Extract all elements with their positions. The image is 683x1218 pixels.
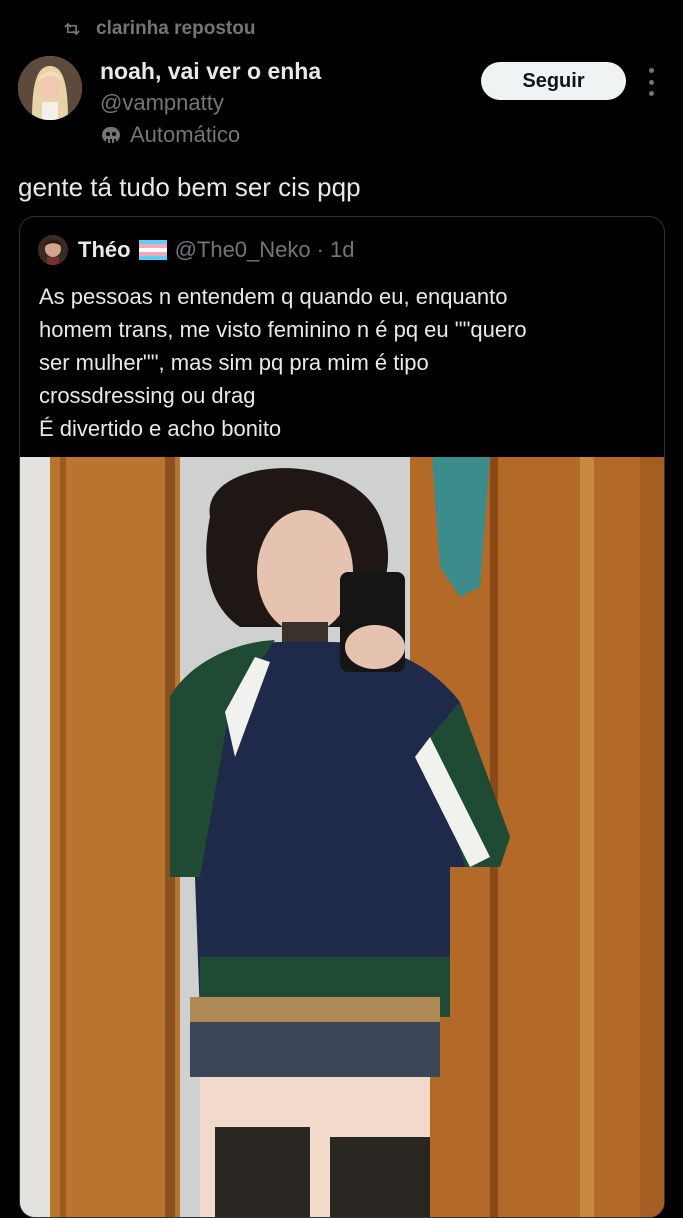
quoted-author-handle: @The0_Neko [174, 237, 311, 262]
author-display-name[interactable]: noah, vai ver o enha [100, 58, 321, 85]
separator-dot: · [316, 237, 324, 262]
follow-button[interactable]: Seguir [481, 62, 626, 100]
quoted-tweet-card[interactable]: Théo @The0_Neko · 1d As pessoas n entend… [19, 216, 665, 1218]
quoted-text-line: É divertido e acho bonito [39, 416, 282, 441]
quoted-timestamp: 1d [329, 237, 355, 262]
repost-indicator[interactable]: clarinha repostou [62, 18, 255, 40]
author-avatar[interactable] [18, 56, 82, 120]
trans-flag-icon [138, 240, 167, 260]
more-icon[interactable] [644, 68, 658, 96]
quoted-text-line: homem trans, me visto feminino n é pq eu… [39, 317, 527, 342]
repost-icon [64, 23, 80, 35]
quoted-tweet-header: Théo @The0_Neko · 1d [38, 235, 354, 265]
bot-icon [102, 127, 120, 143]
repost-label: clarinha repostou [96, 18, 256, 39]
tweet-text: gente tá tudo bem ser cis pqp [18, 172, 361, 202]
quoted-tweet-text: As pessoas n entendem q quando eu, enqua… [39, 280, 639, 445]
quoted-text-line: As pessoas n entendem q quando eu, enqua… [39, 284, 508, 309]
quoted-media-photo[interactable] [20, 457, 664, 1217]
automated-text: Automático [130, 122, 241, 147]
quoted-author-avatar [38, 235, 68, 265]
automated-label: Automático [100, 122, 240, 148]
quoted-text-line: crossdressing ou drag [39, 383, 256, 408]
author-handle[interactable]: @vampnatty [100, 90, 224, 116]
quoted-author-name: Théo [78, 237, 131, 262]
quoted-text-line: ser mulher"", mas sim pq pra mim é tipo [39, 350, 429, 375]
